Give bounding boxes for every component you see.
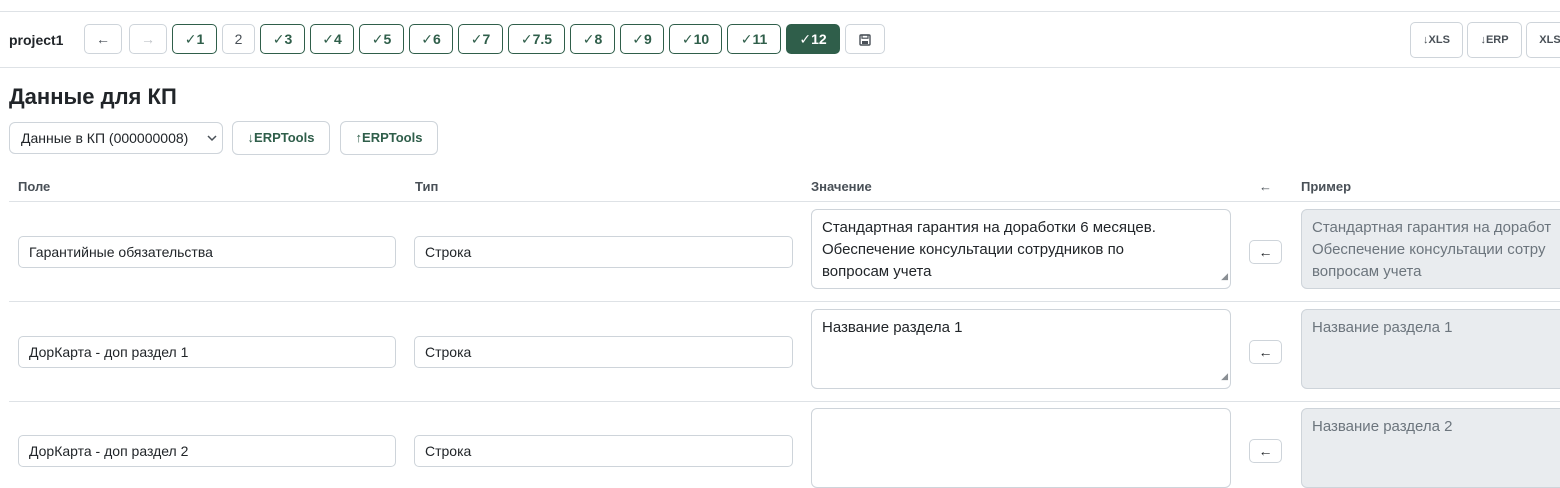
header-divider [9, 201, 1560, 202]
value-textarea[interactable]: Стандартная гарантия на доработки 6 меся… [811, 209, 1231, 289]
step-button-6[interactable]: ✓6 [409, 24, 453, 54]
document-select-value: Данные в КП (000000008) [21, 130, 189, 146]
forward-button[interactable]: → [129, 24, 167, 54]
value-line: Обеспечение консультации сотрудников по [822, 241, 1125, 258]
field-name-input[interactable]: Гарантийные обязательства [18, 236, 396, 268]
resize-handle-icon[interactable]: ◢ [1221, 365, 1228, 387]
row-divider [9, 401, 1560, 402]
top-divider [0, 11, 1560, 12]
column-header-type: Тип [415, 179, 439, 194]
erptools-download-button[interactable]: ↓ERPTools [232, 121, 330, 155]
export-xls-button-2[interactable]: XLS [1526, 22, 1560, 58]
value-textarea[interactable] [811, 408, 1231, 488]
step-button-12[interactable]: ✓12 [786, 24, 840, 54]
step-button-8[interactable]: ✓8 [570, 24, 615, 54]
copy-example-button[interactable]: ← [1249, 340, 1282, 364]
step-button-2[interactable]: 2 [222, 24, 255, 54]
resize-handle-icon[interactable]: ◢ [1221, 265, 1228, 287]
back-button[interactable]: ← [84, 24, 122, 54]
chevron-down-icon [206, 123, 218, 166]
field-type-input[interactable]: Строка [414, 435, 793, 467]
step-button-4[interactable]: ✓4 [310, 24, 354, 54]
project-name: project1 [9, 32, 64, 48]
value-line: Стандартная гарантия на доработки 6 меся… [822, 219, 1156, 236]
example-textarea: Название раздела 1 [1301, 309, 1560, 389]
field-name-input[interactable]: ДорКарта - доп раздел 1 [18, 336, 396, 368]
step-button-10[interactable]: ✓10 [669, 24, 722, 54]
column-header-value: Значение [811, 179, 872, 194]
field-type-input[interactable]: Строка [414, 236, 793, 268]
toolbar-divider [0, 67, 1560, 68]
example-line: вопросам учета [1312, 263, 1422, 280]
step-button-11[interactable]: ✓11 [727, 24, 781, 54]
example-textarea: Название раздела 2 [1301, 408, 1560, 488]
save-button[interactable] [845, 24, 885, 54]
row-divider [9, 301, 1560, 302]
floppy-disk-icon [859, 34, 871, 46]
page-title: Данные для КП [9, 84, 177, 109]
value-line: Название раздела 1 [822, 319, 963, 336]
step-toolbar: project1 ← → ✓1 2 ✓3 ✓4 ✓5 ✓6 ✓7 ✓7.5 ✓8… [0, 22, 1560, 58]
step-button-1[interactable]: ✓1 [172, 24, 217, 54]
column-header-example: Пример [1301, 179, 1352, 194]
step-button-3[interactable]: ✓3 [260, 24, 305, 54]
field-type-input[interactable]: Строка [414, 336, 793, 368]
copy-example-button[interactable]: ← [1249, 240, 1282, 264]
step-button-7-5[interactable]: ✓7.5 [508, 24, 565, 54]
copy-example-button[interactable]: ← [1249, 439, 1282, 463]
value-textarea[interactable]: Название раздела 1 ◢ [811, 309, 1231, 389]
field-name-input[interactable]: ДорКарта - доп раздел 2 [18, 435, 396, 467]
erptools-upload-button[interactable]: ↑ERPTools [340, 121, 438, 155]
export-xls-button[interactable]: ↓XLS [1410, 22, 1463, 58]
column-header-field: Поле [18, 179, 51, 194]
step-button-9[interactable]: ✓9 [620, 24, 664, 54]
example-line: Стандартная гарантия на доработ [1312, 219, 1552, 236]
export-erp-button[interactable]: ↓ERP [1467, 22, 1522, 58]
example-line: Обеспечение консультации сотру [1312, 241, 1546, 258]
example-textarea: Стандартная гарантия на доработ Обеспече… [1301, 209, 1560, 289]
value-line: вопросам учета [822, 263, 932, 280]
example-line: Название раздела 1 [1312, 319, 1453, 336]
column-header-copy: ← [1259, 179, 1272, 194]
step-button-7[interactable]: ✓7 [458, 24, 503, 54]
step-button-5[interactable]: ✓5 [359, 24, 404, 54]
example-line: Название раздела 2 [1312, 418, 1453, 435]
document-select[interactable]: Данные в КП (000000008) [9, 122, 223, 154]
